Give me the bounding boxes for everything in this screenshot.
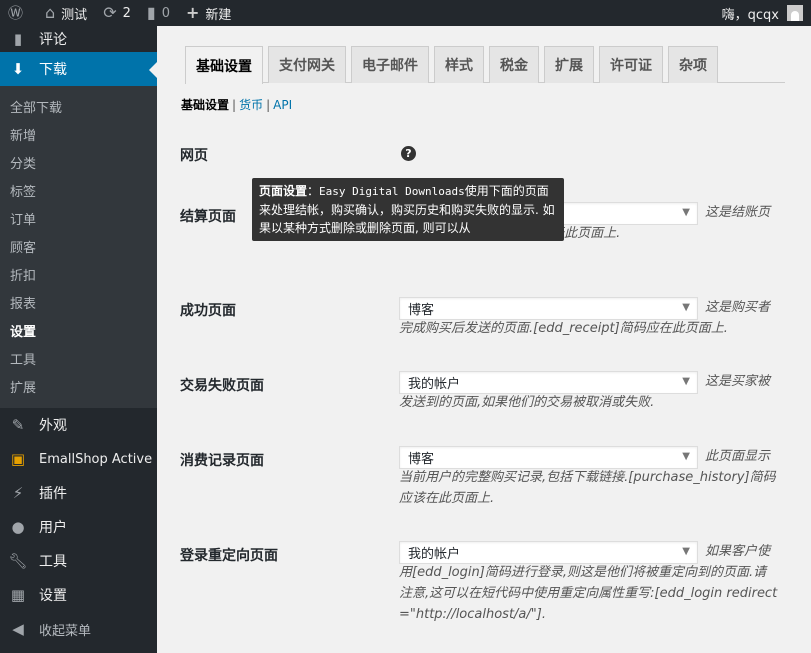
success-page-description: 这是购买者 完成购买后发送的页面.[edd_receipt]简码应在此页面上. [399,300,771,336]
menu-comments[interactable]: ▮ 评论 [0,26,157,52]
submenu-add-new[interactable]: 新增 [0,120,157,148]
submenu-tags[interactable]: 标签 [0,176,157,204]
site-name-link[interactable]: ⌂ 测试 [37,0,95,26]
settings-tabs: 基础设置 支付网关 电子邮件 样式 税金 扩展 许可证 杂项 [185,46,785,84]
section-title: 网页 [180,148,208,164]
plugin-icon: ⚡ [12,484,24,502]
failure-page-label: 交易失败页面 [180,378,264,394]
submenu-discounts[interactable]: 折扣 [0,260,157,288]
submenu-all-downloads[interactable]: 全部下载 [0,92,157,120]
avatar [787,5,803,21]
plus-icon: + [185,3,200,22]
menu-collapse[interactable]: ◀ 收起菜单 [0,612,157,646]
submenu-reports[interactable]: 报表 [0,288,157,316]
menu-emallshop[interactable]: ▣ EmallShop Active [0,442,157,476]
download-icon: ⬇ [11,60,25,78]
submenu-settings[interactable]: 设置 [0,316,157,344]
purchase-history-page-label: 消费记录页面 [180,453,264,469]
wrench-icon: 🔧︎ [8,552,28,570]
submenu-extensions[interactable]: 扩展 [0,372,157,400]
subnav-api-link[interactable]: API [273,98,292,112]
comment-icon: ▮ [13,30,23,48]
admin-bar: Ⓦ ⌂ 测试 ⟳ 2 ▮ 0 + 新建 嗨，qcqx [0,0,811,26]
tab-emails[interactable]: 电子邮件 [351,46,429,83]
collapse-icon: ◀ [12,620,24,638]
theme-icon: ▣ [10,450,26,468]
user-icon: ● [11,518,25,536]
tab-extensions[interactable]: 扩展 [544,46,594,83]
help-icon[interactable]: ? [401,146,416,161]
failure-page-description: 这是买家被 发送到的页面,如果他们的交易被取消或失败. [399,374,771,410]
home-icon: ⌂ [45,3,56,22]
greeting: 嗨，qcqx [721,7,779,23]
submenu-categories[interactable]: 分类 [0,148,157,176]
help-tooltip: 页面设置：Easy Digital Downloads使用下面的页面来处理结帐，… [252,178,564,241]
subnav-current: 基础设置 [181,98,230,112]
success-page-label: 成功页面 [180,303,236,319]
comment-icon: ▮ [146,3,156,22]
wordpress-logo-icon[interactable]: Ⓦ [0,0,37,26]
brush-icon: ✎ [11,416,25,434]
admin-sidebar: ▮ 评论 ⬇ 下载 全部下载 新增 分类 标签 订单 顾客 折扣 报表 设置 工… [0,26,157,653]
settings-icon: ▦ [10,586,26,604]
purchase-history-page-description: 此页面显示 当前用户的完整购买记录,包括下载链接.[purchase_histo… [399,449,776,506]
menu-plugins[interactable]: ⚡ 插件 [0,476,157,510]
submenu-customers[interactable]: 顾客 [0,232,157,260]
comments-link[interactable]: ▮ 0 [139,0,178,26]
section-subnav: 基础设置 | 货币 | API [181,98,293,112]
submenu-orders[interactable]: 订单 [0,204,157,232]
login-redirect-page-label: 登录重定向页面 [180,548,278,564]
tab-misc[interactable]: 杂项 [668,46,718,83]
new-content-link[interactable]: + 新建 [178,0,239,26]
menu-downloads[interactable]: ⬇ 下载 [0,52,157,86]
menu-settings[interactable]: ▦ 设置 [0,578,157,612]
login-redirect-page-description: 如果客户使 用[edd_login]简码进行登录,则这是他们将被重定向到的页面.… [399,544,778,622]
tab-general[interactable]: 基础设置 [185,46,263,84]
settings-content: 基础设置 支付网关 电子邮件 样式 税金 扩展 许可证 杂项 基础设置 | 货币 | A… [157,26,811,653]
account-menu[interactable]: 嗨，qcqx [722,4,811,23]
tab-payment-gateways[interactable]: 支付网关 [268,46,346,83]
tab-taxes[interactable]: 税金 [489,46,539,83]
menu-tools[interactable]: 🔧︎ 工具 [0,544,157,578]
menu-users[interactable]: ● 用户 [0,510,157,544]
updates-link[interactable]: ⟳ 2 [95,0,139,26]
subnav-currency-link[interactable]: 货币 [239,98,263,112]
tab-styles[interactable]: 样式 [434,46,484,83]
menu-appearance[interactable]: ✎ 外观 [0,408,157,442]
downloads-submenu: 全部下载 新增 分类 标签 订单 顾客 折扣 报表 设置 工具 扩展 [0,86,157,408]
refresh-icon: ⟳ [103,3,117,22]
tab-licenses[interactable]: 许可证 [599,46,663,83]
checkout-page-label: 结算页面 [180,209,236,225]
submenu-tools[interactable]: 工具 [0,344,157,372]
